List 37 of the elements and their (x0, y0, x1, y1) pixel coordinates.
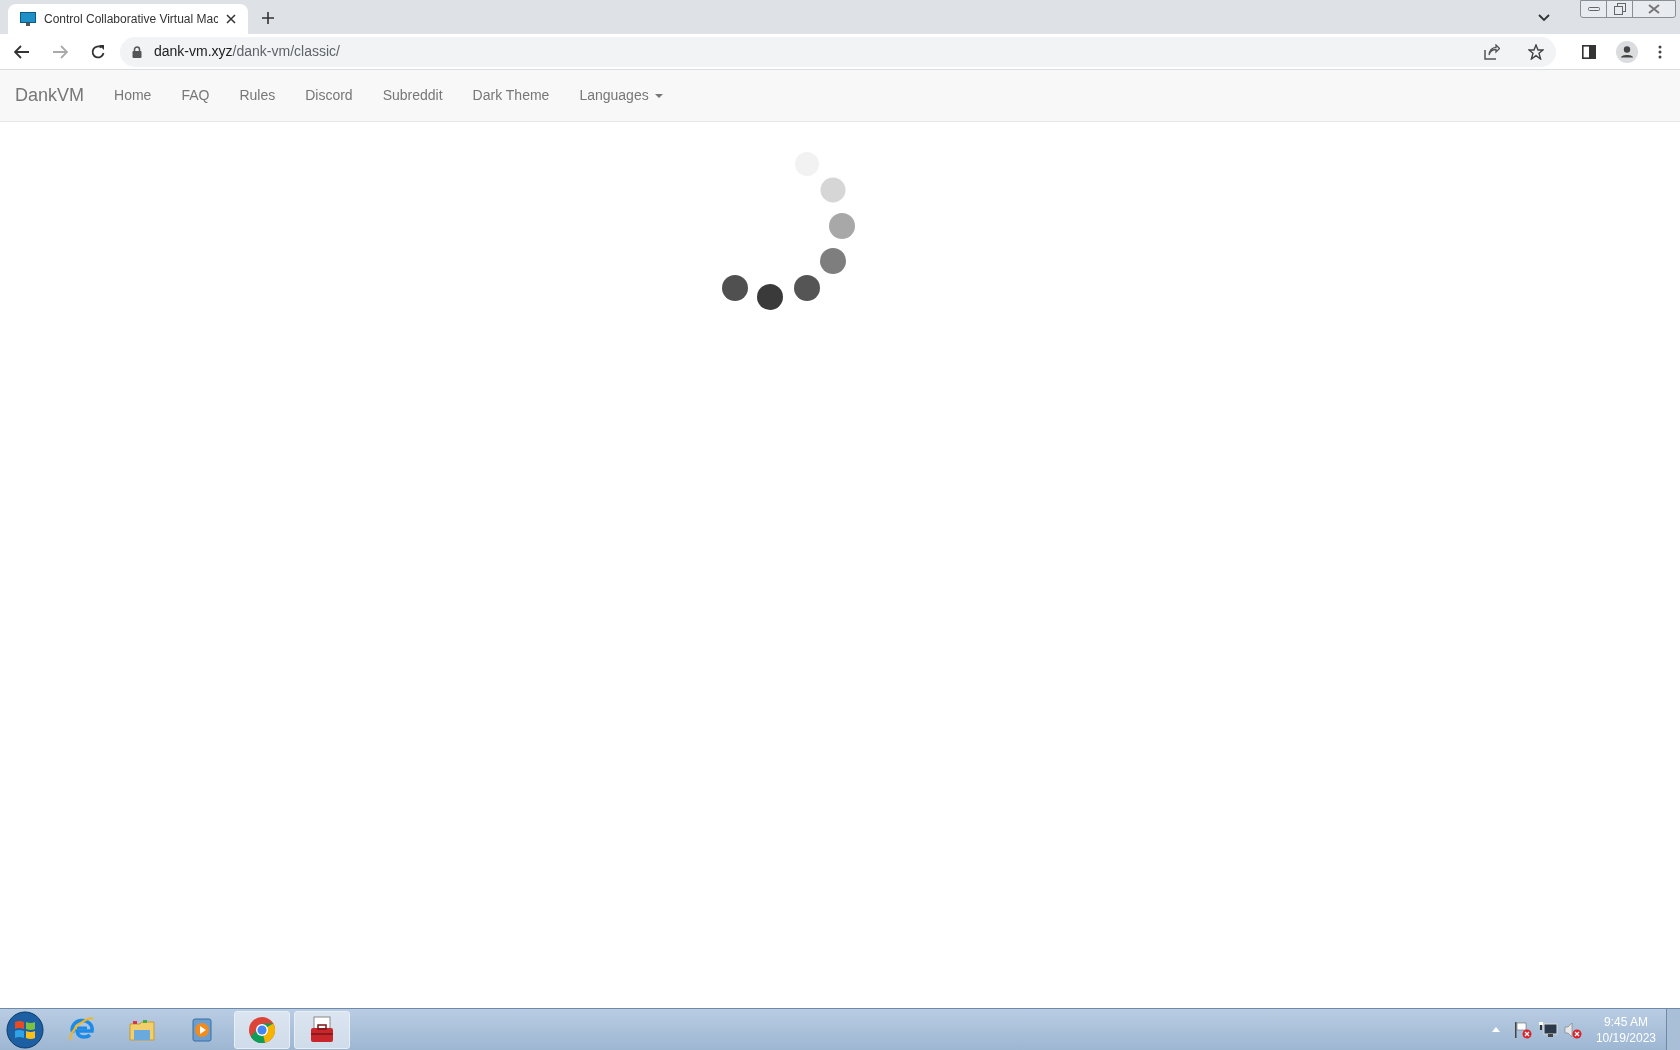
share-icon[interactable] (1484, 43, 1500, 60)
nav-link[interactable]: Rules (224, 70, 291, 121)
tab-title: Control Collaborative Virtual Mac (44, 11, 218, 28)
nav-link[interactable]: FAQ (166, 70, 225, 121)
monitor-icon (20, 12, 36, 26)
start-button[interactable] (6, 1010, 44, 1049)
address-bar[interactable]: dank-vm.xyz/dank-vm/classic/ (120, 36, 1556, 67)
caret-icon (654, 93, 663, 98)
minimize-icon (1587, 7, 1600, 11)
restore-icon (1613, 3, 1626, 15)
url-text: dank-vm.xyz/dank-vm/classic/ (154, 42, 340, 61)
new-tab-icon[interactable] (262, 12, 274, 24)
side-panel-icon[interactable] (1582, 44, 1596, 59)
speaker-muted-icon[interactable] (1563, 1020, 1582, 1039)
lock-icon (132, 45, 142, 58)
star-icon[interactable] (1528, 43, 1544, 60)
dropdown-toggle[interactable]: Languages (564, 70, 678, 121)
chevron-down-icon[interactable] (1538, 14, 1550, 22)
nav-link[interactable]: Subreddit (367, 70, 458, 121)
close-icon (1648, 4, 1660, 14)
taskbar-button[interactable] (294, 1010, 350, 1049)
clock-date: 10/19/2023 (1595, 1029, 1656, 1046)
nav-link[interactable]: Discord (290, 70, 368, 121)
toolbox-icon (308, 1015, 336, 1044)
back-icon[interactable] (14, 44, 30, 59)
profile-icon[interactable] (1616, 40, 1638, 63)
nav-link[interactable]: Home (99, 70, 167, 121)
chrome-icon (248, 1015, 276, 1044)
close-icon[interactable] (226, 14, 236, 24)
browser-tab[interactable]: Control Collaborative Virtual Mac (8, 4, 248, 34)
nav-link[interactable]: Dark Theme (457, 70, 565, 121)
flag-error-icon[interactable] (1513, 1020, 1532, 1039)
reload-icon[interactable] (90, 43, 106, 60)
menu-icon[interactable] (1658, 44, 1662, 59)
brand-link[interactable]: DankVM (15, 82, 85, 109)
network-icon[interactable] (1537, 1020, 1558, 1039)
clock-time: 9:45 AM (1603, 1013, 1648, 1030)
